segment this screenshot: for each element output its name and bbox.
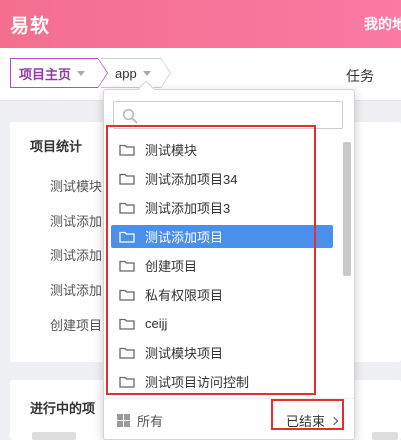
chevron-down-icon (142, 70, 151, 76)
top-header: 易软 我的地盘 (0, 0, 401, 48)
grid-icon (117, 414, 130, 427)
scrollbar-thumb[interactable] (343, 142, 351, 276)
highlight-box-ended-button (271, 399, 344, 430)
highlight-box-project-list (106, 125, 316, 395)
breadcrumb-project-home[interactable]: 项目主页 (10, 58, 108, 88)
stat-item[interactable]: 创建项目 (50, 315, 102, 334)
stat-item[interactable]: 测试添加 (50, 211, 102, 230)
my-dashboard-link[interactable]: 我的地盘 (364, 14, 401, 34)
stat-item[interactable]: 测试添加 (50, 245, 102, 264)
app-name[interactable]: 易软 (10, 11, 50, 38)
breadcrumb-current-label: app (115, 65, 137, 81)
card-title: 进行中的项 (30, 401, 96, 416)
breadcrumb-project-switcher[interactable]: app (101, 58, 171, 88)
tab-task[interactable]: 任务 (346, 66, 374, 86)
stat-item[interactable]: 测试模块 (50, 176, 102, 195)
all-projects-button[interactable]: 所有 (117, 411, 163, 430)
all-projects-label: 所有 (137, 414, 164, 429)
breadcrumb-home-label: 项目主页 (19, 66, 72, 82)
table-header-fragment (32, 432, 76, 440)
card-title: 项目统计 (30, 139, 83, 154)
stat-item[interactable]: 测试添加 (50, 280, 102, 299)
search-input[interactable] (142, 105, 338, 125)
table-header-fragment (372, 432, 398, 440)
chevron-down-icon (77, 70, 86, 76)
search-icon (122, 108, 138, 124)
